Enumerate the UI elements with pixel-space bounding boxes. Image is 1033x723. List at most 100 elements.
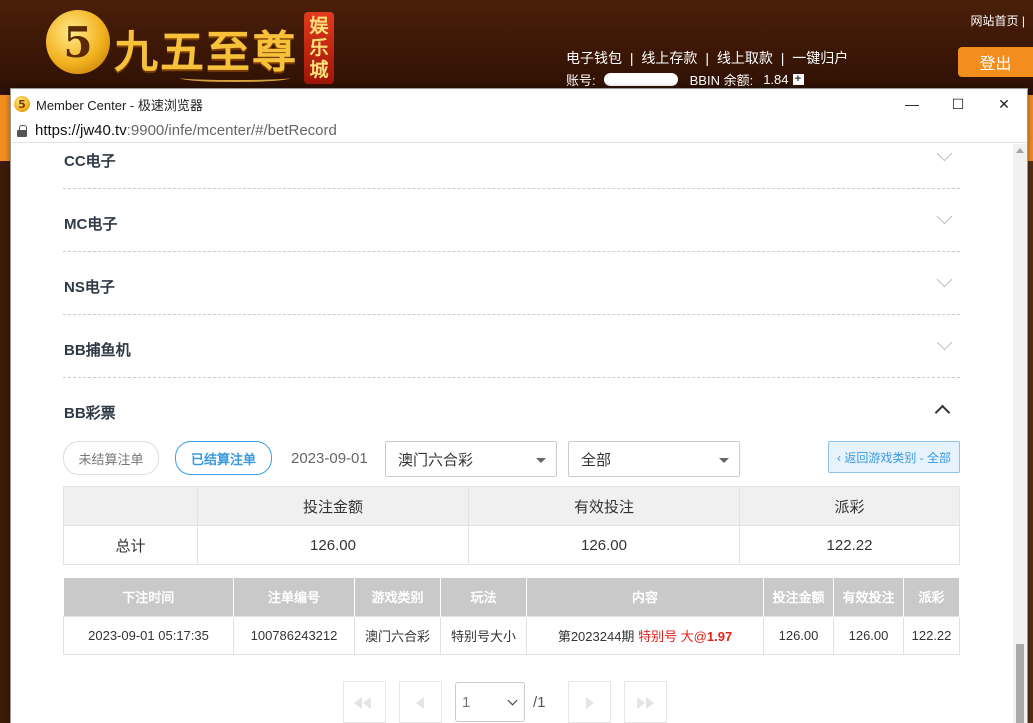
column-header: 注单编号 bbox=[233, 578, 355, 616]
game-accordion: CC电子 MC电子 NS电子 BB捕鱼机 BB彩票 bbox=[63, 144, 960, 438]
browser-titlebar: 5 Member Center - 极速浏览器 — ☐ ✕ bbox=[11, 89, 1027, 119]
summary-total-label: 总计 bbox=[63, 525, 198, 565]
type-select-value: 全部 bbox=[581, 451, 612, 469]
arrow-left-icon bbox=[416, 697, 424, 709]
browser-window: 5 Member Center - 极速浏览器 — ☐ ✕ https://jw… bbox=[10, 88, 1028, 723]
caret-down-icon bbox=[719, 458, 729, 463]
site-header: 5 九五至尊 娱 乐 城 网站首页 | 电子钱包 | 线上存款 | 线上取款 |… bbox=[0, 0, 1033, 95]
chevron-down-icon bbox=[936, 334, 953, 351]
chevron-down-icon bbox=[507, 695, 518, 706]
content-period: 第2023244期 bbox=[557, 628, 635, 644]
accordion-item-title: MC电子 bbox=[64, 216, 118, 233]
bet-amount: 126.00 bbox=[763, 615, 834, 655]
summary-header: 有效投注 bbox=[468, 486, 740, 526]
site-brand-badge: 娱 乐 城 bbox=[304, 12, 334, 84]
payout: 122.22 bbox=[903, 615, 960, 655]
double-arrow-left-icon bbox=[354, 697, 362, 709]
site-background-right bbox=[1028, 95, 1033, 723]
url-host: https://jw40.tv bbox=[35, 122, 127, 139]
top-link-home[interactable]: 网站首页 | bbox=[971, 12, 1025, 29]
type-select[interactable]: 全部 bbox=[568, 441, 740, 477]
site-logo-icon: 5 bbox=[46, 10, 110, 74]
accordion-item-bb-lottery[interactable]: BB彩票 bbox=[63, 378, 960, 438]
prev-page-button[interactable] bbox=[399, 681, 442, 723]
scroll-up-icon[interactable] bbox=[1016, 148, 1024, 153]
browser-title: Member Center - 极速浏览器 bbox=[36, 97, 203, 113]
wallet-links: 电子钱包 | 线上存款 | 线上取款 | 一键归户 bbox=[566, 48, 852, 68]
site-background-left bbox=[0, 95, 10, 723]
vertical-scrollbar[interactable] bbox=[1013, 144, 1027, 723]
link-separator: | bbox=[780, 50, 785, 66]
close-icon[interactable]: ✕ bbox=[981, 89, 1027, 119]
settled-bets-button[interactable]: 已结算注单 bbox=[175, 441, 272, 475]
chevron-down-icon bbox=[936, 145, 953, 162]
maximize-icon[interactable]: ☐ bbox=[935, 89, 981, 119]
accordion-item-title: NS电子 bbox=[64, 279, 115, 296]
accordion-item-bb-fishing[interactable]: BB捕鱼机 bbox=[63, 315, 960, 378]
address-bar[interactable]: https://jw40.tv:9900/infe/mcenter/#/betR… bbox=[11, 119, 1027, 143]
accordion-item-title: BB捕鱼机 bbox=[64, 342, 131, 359]
badge-char: 城 bbox=[309, 59, 329, 81]
table-row: 2023-09-01 05:17:35 100786243212 澳门六合彩 特… bbox=[63, 615, 960, 655]
accordion-item-cc[interactable]: CC电子 bbox=[63, 144, 960, 189]
last-page-button[interactable] bbox=[623, 681, 667, 723]
link-separator: | bbox=[629, 50, 634, 66]
column-header: 投注金额 bbox=[763, 578, 834, 616]
valid-bet: 126.00 bbox=[833, 615, 904, 655]
minimize-icon[interactable]: — bbox=[889, 89, 935, 119]
bet-record-table: 下注时间 注单编号 游戏类别 玩法 内容 投注金额 有效投注 派彩 2023-0… bbox=[63, 578, 960, 655]
date-picker[interactable]: 2023-09-01 bbox=[291, 450, 368, 467]
unsettled-bets-button[interactable]: 未结算注单 bbox=[63, 441, 159, 475]
arrow-right-icon bbox=[585, 697, 594, 709]
game-category: 澳门六合彩 bbox=[354, 615, 441, 655]
summary-header: 投注金额 bbox=[197, 486, 469, 526]
link-separator: | bbox=[705, 50, 709, 66]
game-select-value: 澳门六合彩 bbox=[398, 451, 474, 469]
link-e-wallet[interactable]: 电子钱包 bbox=[566, 50, 622, 66]
column-header: 玩法 bbox=[440, 578, 527, 616]
accordion-item-title: CC电子 bbox=[64, 153, 116, 170]
page-total: /1 bbox=[533, 693, 546, 711]
content-odds: 1.97 bbox=[706, 628, 733, 644]
link-online-deposit[interactable]: 线上存款 bbox=[641, 50, 697, 66]
balance-label: BBIN 余额: bbox=[689, 73, 754, 88]
chevron-up-icon[interactable] bbox=[934, 404, 951, 421]
summary-bet-amount: 126.00 bbox=[197, 525, 469, 565]
next-page-button[interactable] bbox=[567, 681, 611, 723]
column-header: 内容 bbox=[526, 578, 764, 616]
link-online-withdraw[interactable]: 线上取款 bbox=[717, 50, 773, 66]
page-select[interactable]: 1 bbox=[455, 682, 525, 722]
page-viewport: CC电子 MC电子 NS电子 BB捕鱼机 BB彩票 未结算注单 已结算注单 20… bbox=[11, 144, 1015, 723]
window-controls: — ☐ ✕ bbox=[889, 89, 1027, 119]
account-row: 账号: BBIN 余额: 1.84 + bbox=[566, 70, 804, 89]
chevron-down-icon bbox=[936, 271, 953, 288]
summary-valid-bet: 126.00 bbox=[468, 525, 740, 565]
accordion-item-ns[interactable]: NS电子 bbox=[63, 252, 960, 315]
column-header: 有效投注 bbox=[833, 578, 904, 616]
accordion-item-title: BB彩票 bbox=[64, 405, 116, 422]
lock-icon bbox=[17, 124, 27, 137]
balance-value: 1.84 bbox=[763, 72, 789, 87]
add-balance-icon[interactable]: + bbox=[792, 74, 804, 85]
first-page-button[interactable] bbox=[343, 681, 386, 723]
back-to-categories-button[interactable]: ‹ 返回游戏类别 - 全部 bbox=[828, 441, 960, 473]
badge-char: 乐 bbox=[309, 37, 329, 59]
account-redacted bbox=[603, 73, 678, 86]
content-pick: 特别号 大@ bbox=[638, 628, 707, 644]
summary-header bbox=[63, 486, 198, 526]
table-header-row: 下注时间 注单编号 游戏类别 玩法 内容 投注金额 有效投注 派彩 bbox=[63, 578, 960, 616]
summary-header: 派彩 bbox=[739, 486, 960, 526]
bet-filter-row: 未结算注单 已结算注单 2023-09-01 澳门六合彩 全部 ‹ 返回游戏类别… bbox=[63, 441, 960, 477]
logout-button[interactable]: 登出 bbox=[958, 47, 1033, 77]
column-header: 派彩 bbox=[903, 578, 960, 616]
caret-down-icon bbox=[536, 458, 546, 463]
page-select-value: 1 bbox=[462, 693, 471, 711]
site-brand-text: 九五至尊 bbox=[114, 27, 298, 78]
link-one-click-transfer[interactable]: 一键归户 bbox=[792, 50, 848, 66]
bet-content: 第2023244期 特别号 大@1.97 bbox=[526, 615, 764, 655]
accordion-item-mc[interactable]: MC电子 bbox=[63, 189, 960, 252]
game-select[interactable]: 澳门六合彩 bbox=[385, 441, 557, 477]
pagination: 1 /1 bbox=[343, 681, 680, 723]
account-label: 账号: bbox=[566, 73, 596, 88]
scrollbar-thumb[interactable] bbox=[1016, 644, 1024, 723]
